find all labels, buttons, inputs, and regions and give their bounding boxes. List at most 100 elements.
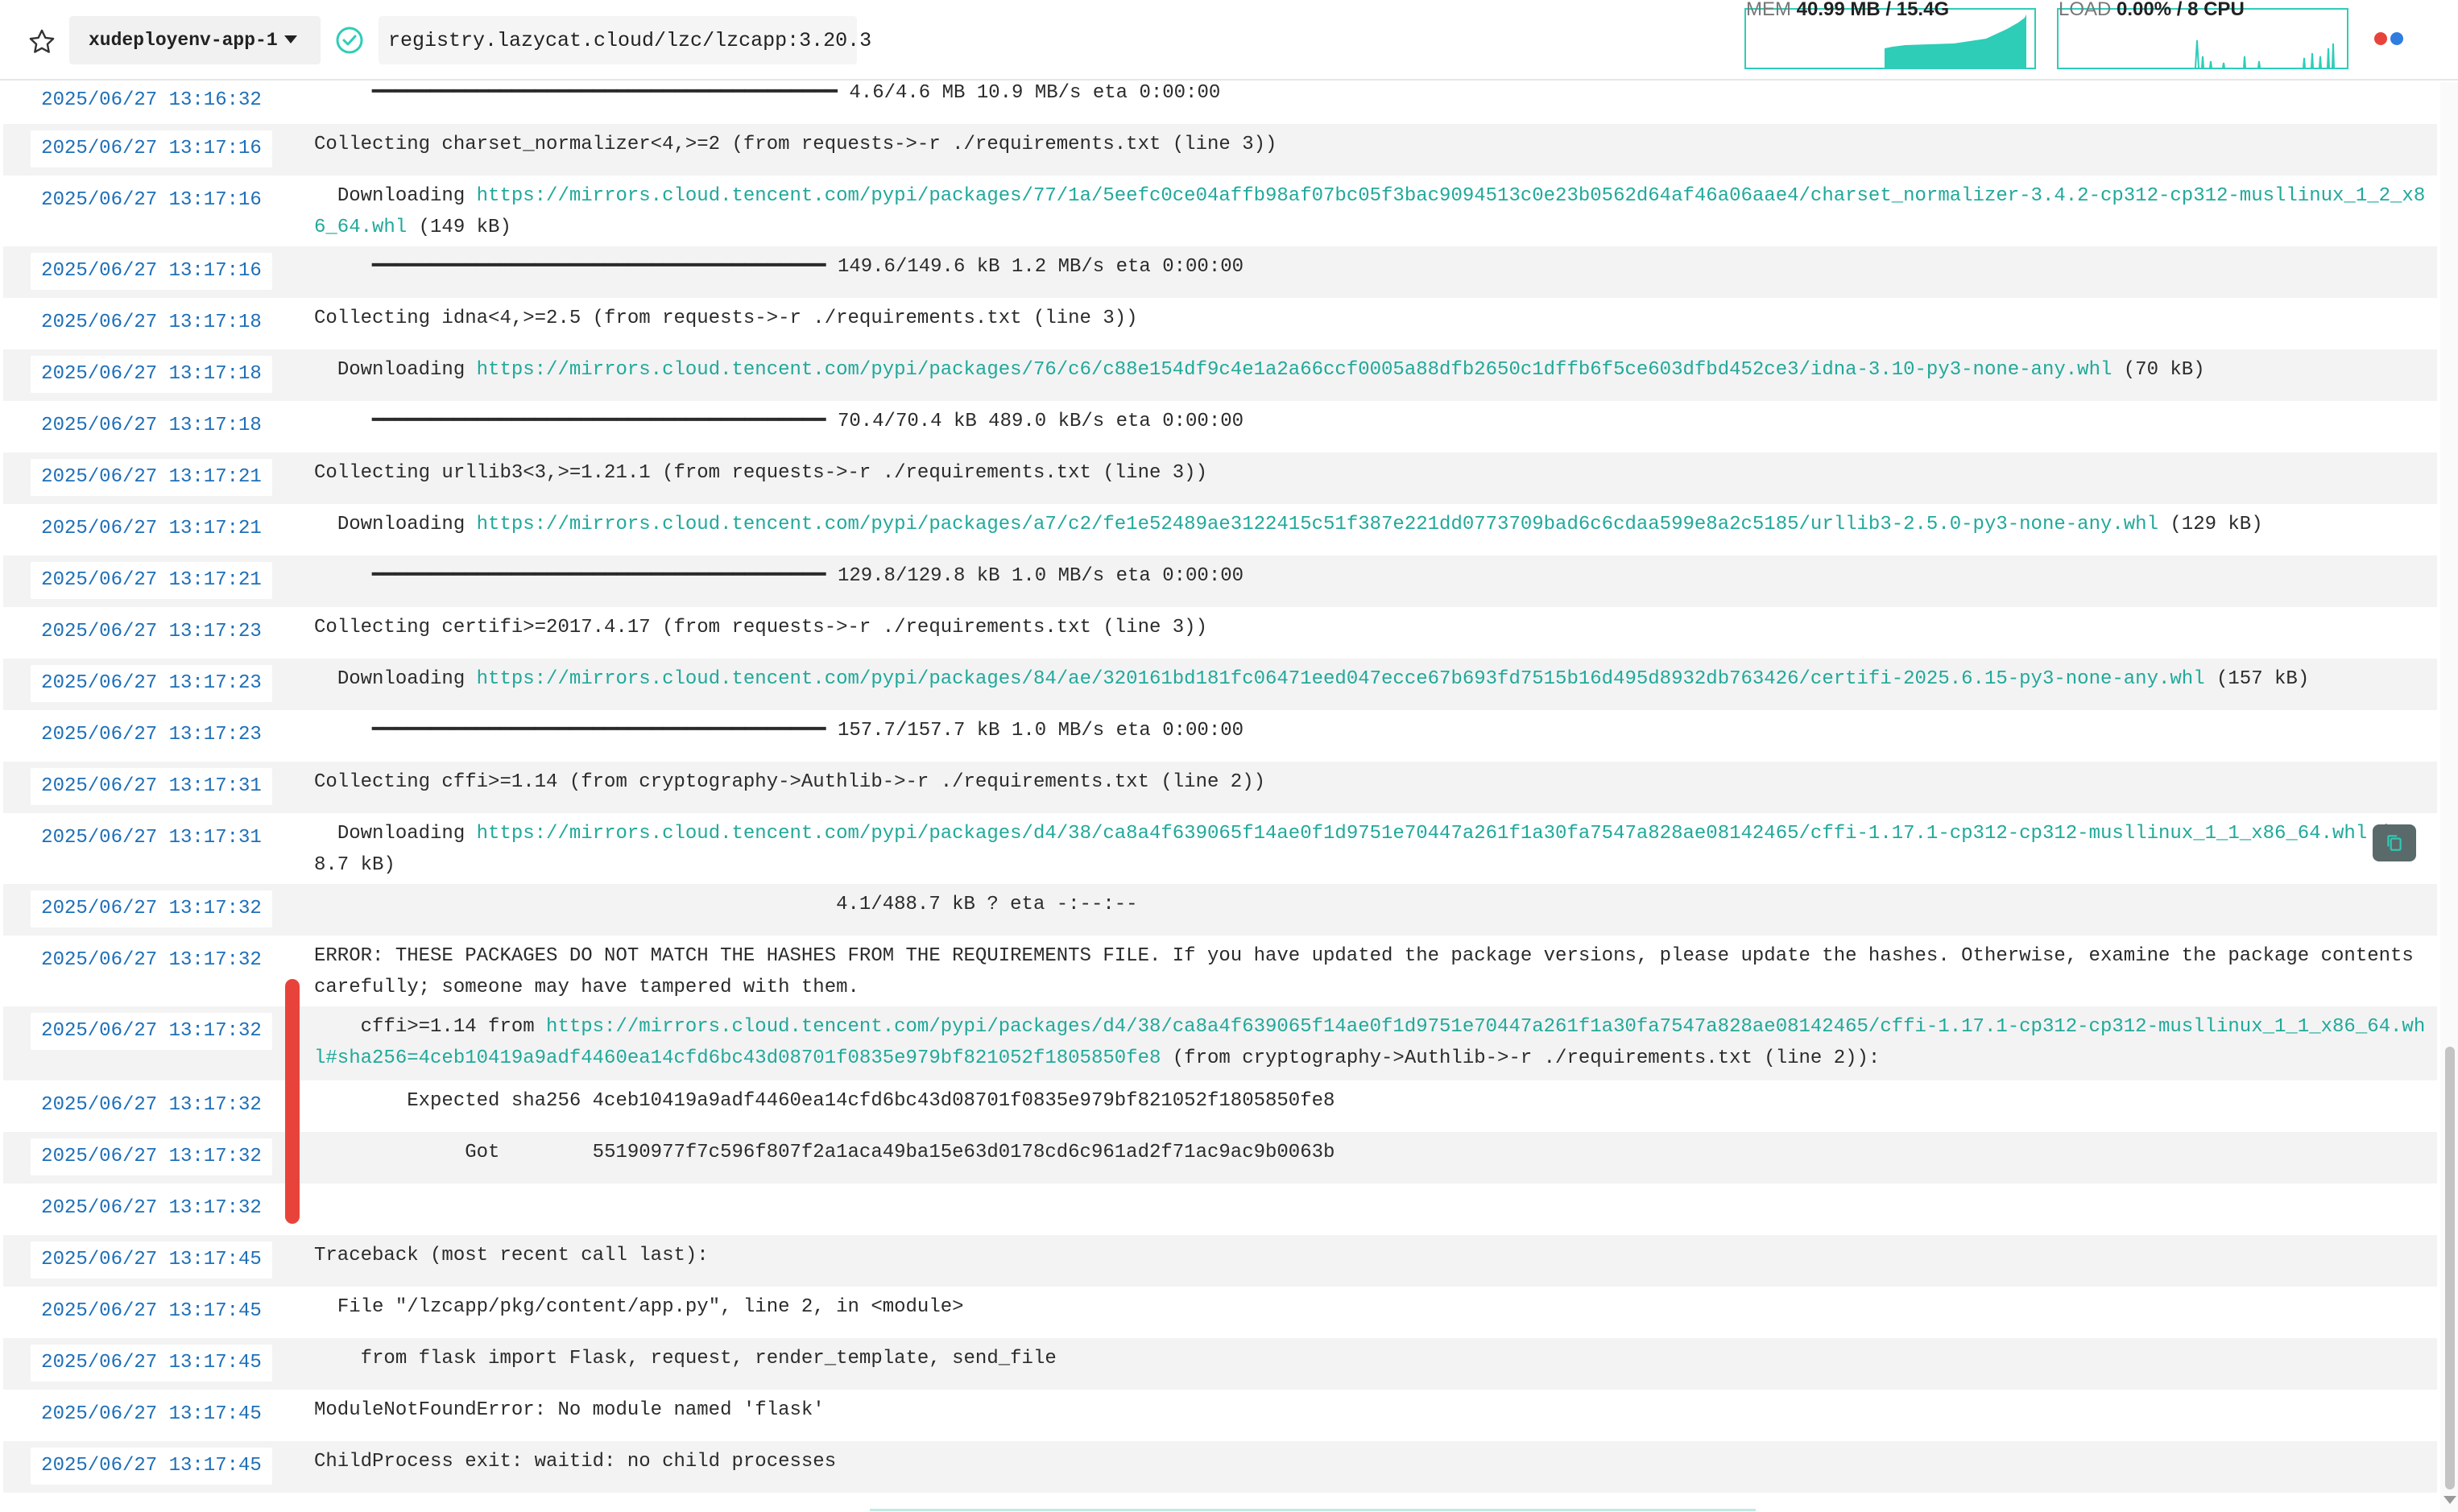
error-marker — [285, 979, 300, 1224]
log-message: Got 55190977f7c596f807f2a1aca49ba15e63d0… — [314, 1137, 2429, 1168]
log-text: Downloading — [314, 668, 477, 690]
log-timestamp: 2025/06/27 13:17:45 — [31, 1396, 272, 1433]
log-timestamp: 2025/06/27 13:17:18 — [31, 356, 272, 393]
log-text: (from cryptography->Authlib->-r ./requir… — [1161, 1047, 1881, 1069]
log-row: 2025/06/27 13:17:32 Expected sha256 4ceb… — [3, 1080, 2437, 1132]
log-timestamp: 2025/06/27 13:16:32 — [31, 82, 272, 119]
log-message: Collecting urllib3<3,>=1.21.1 (from requ… — [314, 457, 2429, 489]
log-timestamp: 2025/06/27 13:17:32 — [31, 1013, 272, 1050]
copy-button[interactable] — [2373, 824, 2416, 861]
log-row: 2025/06/27 13:17:32 ERROR: THESE PACKAGES… — [3, 936, 2437, 1006]
copy-icon — [2387, 835, 2402, 851]
log-message: Collecting certifi>=2017.4.17 (from requ… — [314, 612, 2429, 643]
log-timestamp: 2025/06/27 13:17:23 — [31, 717, 272, 754]
image-field[interactable]: registry.lazycat.cloud/lzc/lzcapp:3.20.3 — [379, 16, 871, 64]
log-message: ━━━━━━━━━━━━━━━━━━━━━━━━━━━━━━━━━━━━━━━ … — [314, 560, 2429, 592]
log-row: 2025/06/27 13:17:18 ━━━━━━━━━━━━━━━━━━━━… — [3, 401, 2437, 452]
log-message: ModuleNotFoundError: No module named 'fl… — [314, 1394, 2429, 1426]
log-message: Collecting charset_normalizer<4,>=2 (fro… — [314, 129, 2429, 160]
log-text: Collecting cffi>=1.14 (from cryptography… — [314, 771, 1265, 793]
log-timestamp: 2025/06/27 13:17:18 — [31, 407, 272, 444]
log-timestamp: 2025/06/27 13:17:45 — [31, 1293, 272, 1330]
log-row: 2025/06/27 13:17:45 File "/lzcapp/pkg/co… — [3, 1287, 2437, 1338]
log-message: ━━━━━━━━━━━━━━━━━━━━━━━━━━━━━━━━━━━━━━━ … — [314, 251, 2429, 283]
log-timestamp: 2025/06/27 13:17:23 — [31, 665, 272, 702]
status-dot-blue — [2390, 32, 2403, 45]
log-text: Got 55190977f7c596f807f2a1aca49ba15e63d0… — [314, 1142, 1335, 1163]
log-text: Collecting charset_normalizer<4,>=2 (fro… — [314, 134, 1277, 155]
log-message: Collecting idna<4,>=2.5 (from requests->… — [314, 303, 2429, 334]
log-timestamp: 2025/06/27 13:17:21 — [31, 459, 272, 496]
log-row: 2025/06/27 13:17:45 from flask import Fl… — [3, 1338, 2437, 1390]
scroll-down-arrow[interactable] — [2444, 1496, 2456, 1504]
log-text: Downloading — [314, 823, 477, 845]
log-message: Downloading https://mirrors.cloud.tencen… — [314, 663, 2429, 695]
log-timestamp: 2025/06/27 13:17:45 — [31, 1345, 272, 1382]
log-row: 2025/06/27 13:17:32 4.1/488.7 kB ? eta -… — [3, 884, 2437, 936]
load-label: LOAD 0.00% / 8 CPU — [2059, 0, 2245, 20]
log-row: 2025/06/27 13:17:32 Got 55190977f7c596f8… — [3, 1132, 2437, 1184]
log-timestamp: 2025/06/27 13:17:32 — [31, 942, 272, 979]
log-timestamp: 2025/06/27 13:17:21 — [31, 510, 272, 547]
log-message: Downloading https://mirrors.cloud.tencen… — [314, 818, 2429, 881]
log-message: ━━━━━━━━━━━━━━━━━━━━━━━━━━━━━━━━━━━━━━━━… — [314, 77, 2429, 109]
scrollbar-thumb[interactable] — [2445, 1047, 2455, 1489]
package-link[interactable]: https://mirrors.cloud.tencent.com/pypi/p… — [477, 668, 2205, 690]
log-text: from flask import Flask, request, render… — [314, 1348, 1057, 1369]
log-timestamp: 2025/06/27 13:17:18 — [31, 304, 272, 341]
log-timestamp: 2025/06/27 13:17:31 — [31, 768, 272, 805]
status-indicator — [2374, 32, 2406, 49]
log-text: ━━━━━━━━━━━━━━━━━━━━━━━━━━━━━━━━━━━━━━━ … — [314, 256, 1244, 278]
log-row: 2025/06/27 13:17:21 ━━━━━━━━━━━━━━━━━━━━… — [3, 556, 2437, 607]
log-message: 4.1/488.7 kB ? eta -:--:-- — [314, 889, 2429, 920]
load-monitor: LOAD 0.00% / 8 CPU — [2057, 0, 2348, 69]
log-text: (129 kB) — [2158, 514, 2263, 535]
log-row: 2025/06/27 13:17:45 ChildProcess exit: wa… — [3, 1441, 2437, 1493]
log-row: 2025/06/27 13:17:32 — [3, 1184, 2437, 1235]
log-row: 2025/06/27 13:17:21 Downloading https://… — [3, 504, 2437, 556]
mem-monitor: MEM 40.99 MB / 15.4G — [1744, 0, 2036, 69]
log-row: 2025/06/27 13:17:21 Collecting urllib3<3,… — [3, 452, 2437, 504]
log-timestamp: 2025/06/27 13:17:23 — [31, 613, 272, 651]
mem-label: MEM 40.99 MB / 15.4G — [1746, 0, 1950, 20]
check-circle-icon — [336, 27, 363, 54]
package-link[interactable]: https://mirrors.cloud.tencent.com/pypi/p… — [477, 514, 2158, 535]
app-selector[interactable]: xudeployenv-app-1 — [69, 16, 321, 64]
log-message: File "/lzcapp/pkg/content/app.py", line … — [314, 1291, 2429, 1323]
log-text: Traceback (most recent call last): — [314, 1245, 709, 1266]
package-link[interactable]: https://mirrors.cloud.tencent.com/pypi/p… — [477, 823, 2368, 845]
log-message: Collecting cffi>=1.14 (from cryptography… — [314, 766, 2429, 798]
favorite-button[interactable] — [24, 24, 60, 60]
log-text: ━━━━━━━━━━━━━━━━━━━━━━━━━━━━━━━━━━━━━━━ … — [314, 411, 1244, 432]
log-timestamp: 2025/06/27 13:17:32 — [31, 1087, 272, 1124]
top-bar: xudeployenv-app-1 registry.lazycat.cloud… — [0, 0, 2458, 81]
log-message: ━━━━━━━━━━━━━━━━━━━━━━━━━━━━━━━━━━━━━━━ … — [314, 715, 2429, 746]
log-row: 2025/06/27 13:16:32 ━━━━━━━━━━━━━━━━━━━━… — [3, 82, 2437, 124]
log-text: Collecting urllib3<3,>=1.21.1 (from requ… — [314, 462, 1207, 484]
star-icon — [29, 29, 55, 53]
log-row: 2025/06/27 13:17:45 ModuleNotFoundError: … — [3, 1390, 2437, 1441]
log-timestamp: 2025/06/27 13:17:31 — [31, 820, 272, 857]
log-row: 2025/06/27 13:17:32 cffi>=1.14 from http… — [3, 1006, 2437, 1080]
log-row: 2025/06/27 13:17:31 Collecting cffi>=1.14… — [3, 762, 2437, 813]
log-timestamp: 2025/06/27 13:17:32 — [31, 890, 272, 927]
log-text: Expected sha256 4ceb10419a9adf4460ea14cf… — [314, 1090, 1335, 1112]
app-name: xudeployenv-app-1 — [89, 30, 278, 51]
package-link[interactable]: https://mirrors.cloud.tencent.com/pypi/p… — [314, 185, 2425, 238]
log-text: (70 kB) — [2112, 359, 2205, 381]
log-timestamp: 2025/06/27 13:17:32 — [31, 1138, 272, 1175]
log-timestamp: 2025/06/27 13:17:21 — [31, 562, 272, 599]
log-text: cffi>=1.14 from — [314, 1016, 547, 1038]
caret-down-icon — [284, 35, 297, 43]
log-row: 2025/06/27 13:17:18 Collecting idna<4,>=2… — [3, 298, 2437, 349]
log-message: ERROR: THESE PACKAGES DO NOT MATCH THE H… — [314, 940, 2429, 1003]
log-row: 2025/06/27 13:17:23 Downloading https://… — [3, 659, 2437, 710]
package-link[interactable]: https://mirrors.cloud.tencent.com/pypi/p… — [477, 359, 2112, 381]
bottom-progress-line — [870, 1509, 1756, 1511]
log-row: 2025/06/27 13:17:16 ━━━━━━━━━━━━━━━━━━━━… — [3, 246, 2437, 298]
log-timestamp: 2025/06/27 13:17:45 — [31, 1448, 272, 1485]
log-row: 2025/06/27 13:17:18 Downloading https://… — [3, 349, 2437, 401]
log-message: ChildProcess exit: waitid: no child proc… — [314, 1446, 2429, 1477]
log-text: Downloading — [314, 359, 477, 381]
log-text: Downloading — [314, 185, 477, 207]
